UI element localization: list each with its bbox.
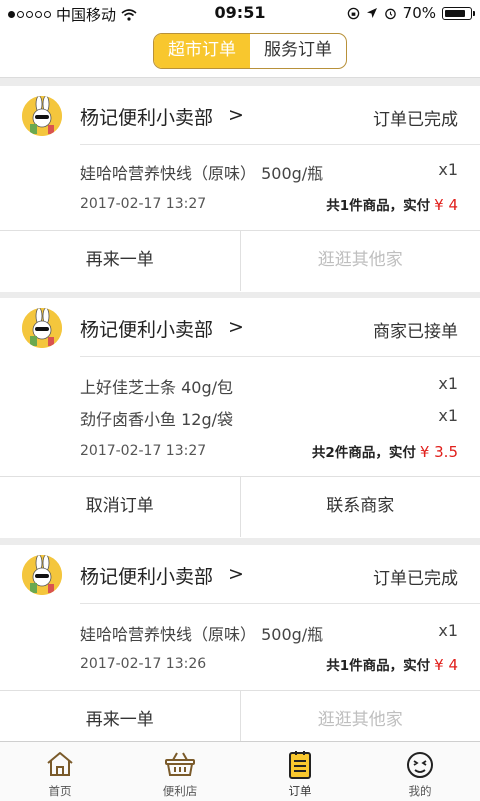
contact-merchant-button[interactable]: 联系商家: [240, 477, 480, 537]
status-right: 70%: [347, 4, 472, 22]
shop-row[interactable]: 杨记便利小卖部 > 订单已完成: [0, 86, 480, 144]
item-name: 劲仔卤香小鱼 12g/袋: [80, 410, 233, 429]
tab-mine[interactable]: 我的: [360, 742, 480, 801]
item-qty: x1: [438, 160, 458, 179]
tab-supermarket-orders[interactable]: 超市订单: [154, 34, 250, 68]
shop-row[interactable]: 杨记便利小卖部 > 商家已接单: [0, 298, 480, 356]
total-summary: 共1件商品，实付: [326, 658, 430, 674]
item-name: 娃哈哈营养快线（原味） 500g/瓶: [80, 164, 323, 183]
shop-logo: [22, 308, 62, 348]
basket-icon: [164, 750, 196, 778]
tab-orders[interactable]: 订单: [240, 742, 360, 801]
battery-percent: 70%: [403, 4, 436, 22]
rotation-lock-icon: [347, 7, 360, 20]
reorder-button[interactable]: 再来一单: [0, 691, 240, 741]
item-qty: x1: [438, 406, 458, 425]
chevron-right-icon: >: [228, 316, 244, 338]
order-time: 2017-02-17 13:27: [80, 196, 206, 212]
order-total: 共2件商品，实付¥ 3.5: [312, 441, 458, 461]
order-status: 订单已完成: [373, 564, 458, 589]
order-time: 2017-02-17 13:27: [80, 443, 206, 459]
shop-logo: [22, 96, 62, 136]
tab-label: 便利店: [120, 783, 240, 799]
tab-store[interactable]: 便利店: [120, 742, 240, 801]
alarm-icon: [384, 7, 397, 20]
total-summary: 共2件商品，实付: [312, 445, 416, 461]
order-time: 2017-02-17 13:26: [80, 656, 206, 672]
face-icon: [405, 750, 435, 780]
shop-logo: [22, 555, 62, 595]
chevron-right-icon: >: [228, 104, 244, 126]
order-item: 娃哈哈营养快线（原味） 500g/瓶 x1: [80, 160, 458, 188]
status-bar: 中国移动 09:51 70%: [0, 0, 480, 26]
order-total: 共1件商品，实付¥ 4: [326, 654, 458, 674]
bottom-tab-bar: 首页 便利店 订单 我的: [0, 741, 480, 801]
order-item: 上好佳芝士条 40g/包 x1: [80, 374, 458, 402]
reorder-button[interactable]: 再来一单: [0, 231, 240, 291]
order-status: 订单已完成: [373, 105, 458, 130]
tab-service-orders[interactable]: 服务订单: [250, 34, 346, 68]
divider: [80, 144, 480, 145]
order-item: 劲仔卤香小鱼 12g/袋 x1: [80, 406, 458, 434]
order-list-icon: [288, 750, 312, 780]
total-amount: ¥ 3.5: [420, 443, 458, 461]
order-card: 杨记便利小卖部 > 订单已完成 娃哈哈营养快线（原味） 500g/瓶 x1 20…: [0, 86, 480, 292]
order-actions: 取消订单 联系商家: [0, 476, 480, 537]
item-name: 娃哈哈营养快线（原味） 500g/瓶: [80, 625, 323, 644]
order-card: 杨记便利小卖部 > 订单已完成 娃哈哈营养快线（原味） 500g/瓶 x1 20…: [0, 545, 480, 741]
shop-name: 杨记便利小卖部: [80, 315, 213, 342]
item-qty: x1: [438, 621, 458, 640]
total-amount: ¥ 4: [434, 196, 458, 214]
item-name: 上好佳芝士条 40g/包: [80, 378, 233, 397]
order-actions: 再来一单 逛逛其他家: [0, 230, 480, 291]
battery-icon: [442, 7, 472, 20]
shop-name: 杨记便利小卖部: [80, 103, 213, 130]
tab-label: 首页: [0, 783, 120, 799]
order-type-segment: 超市订单 服务订单: [153, 33, 347, 69]
tab-label: 订单: [240, 783, 360, 799]
browse-other-shops-button[interactable]: 逛逛其他家: [240, 691, 480, 741]
tab-label: 我的: [360, 783, 480, 799]
shop-name: 杨记便利小卖部: [80, 562, 213, 589]
location-icon: [366, 7, 378, 19]
item-qty: x1: [438, 374, 458, 393]
shop-row[interactable]: 杨记便利小卖部 > 订单已完成: [0, 545, 480, 603]
order-actions: 再来一单 逛逛其他家: [0, 690, 480, 741]
header: 中国移动 09:51 70% 超市订单 服务订单: [0, 0, 480, 78]
order-card: 杨记便利小卖部 > 商家已接单 上好佳芝士条 40g/包 x1 劲仔卤香小鱼 1…: [0, 298, 480, 538]
divider: [80, 603, 480, 604]
browse-other-shops-button[interactable]: 逛逛其他家: [240, 231, 480, 291]
order-status: 商家已接单: [373, 317, 458, 342]
cancel-order-button[interactable]: 取消订单: [0, 477, 240, 537]
order-total: 共1件商品，实付¥ 4: [326, 194, 458, 214]
tab-home[interactable]: 首页: [0, 742, 120, 801]
order-item: 娃哈哈营养快线（原味） 500g/瓶 x1: [80, 621, 458, 649]
home-icon: [45, 750, 75, 778]
total-summary: 共1件商品，实付: [326, 198, 430, 214]
divider: [80, 356, 480, 357]
chevron-right-icon: >: [228, 563, 244, 585]
total-amount: ¥ 4: [434, 656, 458, 674]
